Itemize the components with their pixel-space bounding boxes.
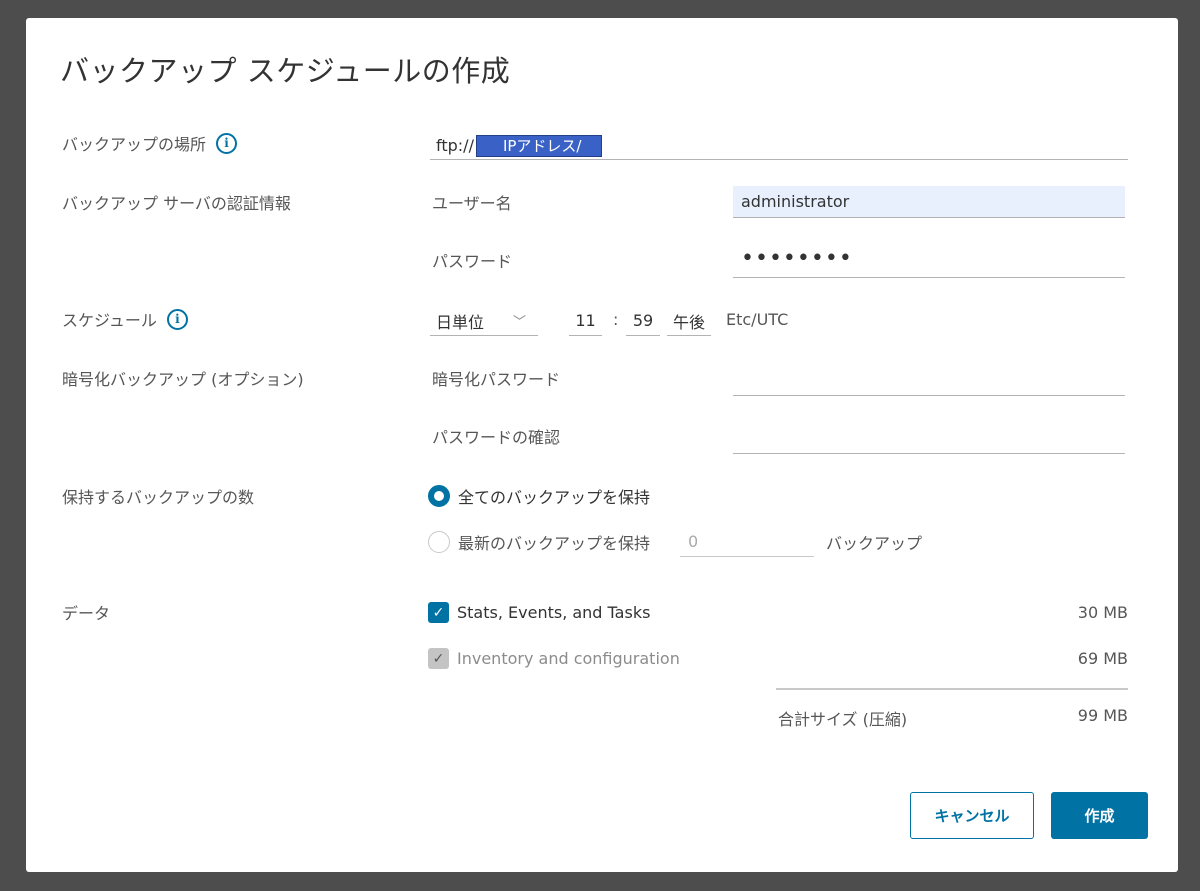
backup-location-label-row: バックアップの場所 i — [62, 131, 238, 155]
username-label: ユーザー名 — [432, 194, 512, 213]
dialog-title: バックアップ スケジュールの作成 — [60, 54, 511, 88]
encryption-password-label: 暗号化パスワード — [432, 370, 561, 389]
schedule-label: スケジュール — [62, 311, 157, 330]
timezone-label: Etc/UTC — [726, 310, 789, 329]
encryption-label: 暗号化バックアップ (オプション) — [62, 366, 304, 390]
password-value: •••••••• — [741, 246, 853, 271]
hour-value: 11 — [575, 311, 596, 330]
hour-input[interactable]: 11 — [569, 306, 602, 336]
data-item-stats[interactable]: ✓ Stats, Events, and Tasks — [428, 602, 650, 623]
total-size-label: 合計サイズ (圧縮) — [778, 710, 908, 729]
info-icon[interactable]: i — [166, 308, 188, 330]
keep-all-radio[interactable] — [428, 485, 450, 507]
retention-label: 保持するバックアップの数 — [62, 484, 254, 508]
password-label: パスワード — [432, 252, 513, 271]
schedule-frequency-value: 日単位 — [436, 312, 485, 332]
url-prefix: ftp:// — [436, 136, 474, 155]
data-item-label: Inventory and configuration — [457, 649, 680, 668]
chevron-down-icon: ﹀ — [512, 315, 526, 330]
keep-latest-radio[interactable] — [428, 531, 450, 553]
credentials-label-text: バックアップ サーバの認証情報 — [62, 194, 291, 213]
confirm-password-label: パスワードの確認 — [432, 428, 561, 447]
keep-latest-option[interactable]: 最新のバックアップを保持 — [428, 530, 650, 554]
data-item-inventory: ✓ Inventory and configuration — [428, 648, 680, 669]
backup-count-placeholder: 0 — [688, 532, 699, 551]
data-item-size: 69 MB — [1077, 649, 1128, 668]
data-label-text: データ — [62, 604, 111, 623]
keep-latest-label: 最新のバックアップを保持 — [458, 534, 651, 553]
url-ip-address-placeholder: IPアドレス/ — [475, 134, 603, 157]
checkmark-icon[interactable]: ✓ — [428, 602, 449, 623]
total-size-value: 99 MB — [1077, 706, 1128, 725]
confirm-password-input[interactable] — [733, 422, 1125, 454]
info-icon[interactable]: i — [216, 132, 238, 154]
data-item-size: 30 MB — [1077, 603, 1128, 622]
time-separator: : — [613, 310, 619, 329]
username-input[interactable]: administrator — [733, 186, 1125, 218]
backup-count-unit: バックアップ — [826, 534, 923, 553]
minute-input[interactable]: 59 — [626, 306, 660, 336]
total-divider — [776, 688, 1128, 690]
password-input[interactable]: •••••••• — [733, 246, 1125, 278]
ampm-select[interactable]: 午後 — [667, 306, 711, 336]
encryption-password-input[interactable] — [733, 364, 1125, 396]
backup-count-input[interactable]: 0 — [680, 527, 814, 557]
keep-all-label: 全てのバックアップを保持 — [458, 488, 651, 507]
username-value: administrator — [741, 192, 850, 211]
cancel-button[interactable]: キャンセル — [910, 792, 1034, 839]
create-button[interactable]: 作成 — [1051, 792, 1148, 839]
keep-all-option[interactable]: 全てのバックアップを保持 — [428, 484, 650, 508]
encryption-label-text: 暗号化バックアップ (オプション) — [62, 370, 304, 389]
backup-location-label: バックアップの場所 — [62, 135, 207, 154]
schedule-frequency-select[interactable]: 日単位 ﹀ — [430, 306, 538, 336]
backup-location-input[interactable]: ftp:// IPアドレス/ — [430, 132, 1128, 160]
data-label: データ — [62, 600, 110, 624]
ampm-value: 午後 — [672, 312, 705, 332]
schedule-label-row: スケジュール i — [62, 307, 188, 331]
minute-value: 59 — [632, 311, 654, 330]
checkmark-icon: ✓ — [428, 648, 449, 669]
backup-server-credentials-label: バックアップ サーバの認証情報 — [62, 190, 291, 214]
create-backup-schedule-dialog: バックアップ スケジュールの作成 バックアップの場所 i ftp:// IPアド… — [26, 18, 1178, 872]
data-item-label: Stats, Events, and Tasks — [457, 603, 651, 622]
retention-label-text: 保持するバックアップの数 — [62, 488, 255, 507]
